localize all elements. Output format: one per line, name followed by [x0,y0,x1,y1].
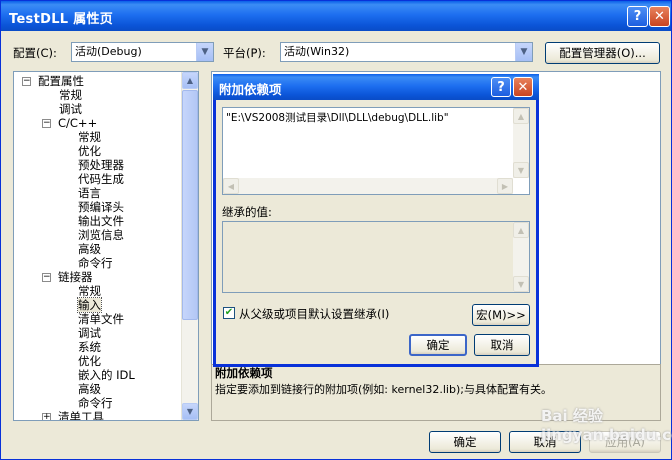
property-tree: − 配置属性 常规 调试 − C/C++ 常规 优化 预处理器 代码生成 语言 预编译头 输出文件 浏览信… [13,71,199,421]
tree-item[interactable]: 系统 [78,340,101,354]
tree-item[interactable]: 配置属性 [38,74,84,88]
config-label: 配置(C): [13,46,57,60]
scroll-up-icon[interactable]: ▲ [182,72,198,89]
tree-item[interactable]: 常规 [78,284,101,298]
scroll-up-icon[interactable]: ▲ [513,108,529,124]
inherit-checkbox[interactable]: ✔ [223,307,235,319]
macro-button[interactable]: 宏(M)>> [472,304,530,326]
dialog-title: 附加依赖项 [219,82,282,97]
tree-item[interactable]: 嵌入的 IDL [78,368,135,382]
tree-item[interactable]: 代码生成 [78,172,124,186]
tree-item[interactable]: 语言 [78,186,101,200]
tree-item[interactable]: 链接器 [58,270,93,284]
chevron-down-icon[interactable]: ▼ [515,43,532,61]
scroll-thumb[interactable] [182,90,198,320]
window-title: TestDLL 属性页 [9,12,114,27]
tree-item[interactable]: 浏览信息 [78,228,124,242]
scroll-up-icon[interactable]: ▲ [513,222,529,238]
additional-dependencies-dialog: 附加依赖项 ? ✕ "E:\VS2008测试目录\Dll\DLL\debug\D… [213,74,539,367]
config-combo[interactable]: 活动(Debug) ▼ [71,42,214,62]
tree-item[interactable]: 调试 [78,326,101,340]
platform-label: 平台(P): [223,46,266,60]
help-button[interactable]: ? [627,6,648,27]
tree-item[interactable]: 清单文件 [78,312,124,326]
tree-toggle-icon[interactable]: + [42,413,51,420]
window-titlebar[interactable]: TestDLL 属性页 ? ✕ [1,1,671,31]
tree-item[interactable]: 预处理器 [78,158,124,172]
tree-item[interactable]: 命令行 [78,396,113,410]
tree-item[interactable]: 高级 [78,382,101,396]
tree-item[interactable]: 优化 [78,144,101,158]
tree-item[interactable]: 常规 [78,130,101,144]
scroll-down-icon[interactable]: ▼ [513,162,529,178]
tree-item[interactable]: 命令行 [78,256,113,270]
scroll-down-icon[interactable]: ▼ [182,403,198,420]
ok-button[interactable]: 确定 [429,431,501,453]
inherited-values-box: ▲ ▼ [222,221,530,293]
platform-combo[interactable]: 活动(Win32) ▼ [280,42,533,62]
dependencies-value: "E:\VS2008测试目录\Dll\DLL\debug\DLL.lib" [226,112,449,124]
description-title: 附加依赖项 [215,366,273,380]
scroll-right-icon[interactable]: ▶ [497,178,513,194]
tree-item[interactable]: 清单工具 [58,410,104,420]
tree-item[interactable]: 预编译头 [78,200,124,214]
tree-item[interactable]: 调试 [59,102,82,116]
scroll-down-icon[interactable]: ▼ [513,276,529,292]
chevron-down-icon[interactable]: ▼ [196,43,213,61]
inherit-checkbox-label[interactable]: 从父级或项目默认设置继承(I) [239,306,389,322]
textarea-vscroll[interactable]: ▲ ▼ [513,108,529,178]
dependencies-textarea[interactable]: "E:\VS2008测试目录\Dll\DLL\debug\DLL.lib" ▲ … [222,107,530,195]
close-button[interactable]: ✕ [649,6,670,27]
tree-item[interactable]: 输出文件 [78,214,124,228]
property-pages-window: TestDLL 属性页 ? ✕ 配置(C): 活动(Debug) ▼ 平台(P)… [0,0,672,460]
dialog-ok-button[interactable]: 确定 [409,334,467,356]
scroll-left-icon[interactable]: ◀ [223,178,239,194]
tree-item[interactable]: 高级 [78,242,101,256]
config-value: 活动(Debug) [75,45,142,58]
inherited-label: 继承的值: [222,205,272,219]
tree-toggle-icon[interactable]: − [42,273,51,282]
description-text: 指定要添加到链接行的附加项(例如: kernel32.lib);与具体配置有关。 [215,383,552,396]
dialog-cancel-button[interactable]: 取消 [474,334,530,356]
inherited-vscroll[interactable]: ▲ ▼ [513,222,529,292]
tree-toggle-icon[interactable]: − [22,77,31,86]
config-manager-button[interactable]: 配置管理器(O)... [545,42,660,64]
tree-item[interactable]: C/C++ [58,116,97,130]
tree-item[interactable]: 输入 [77,297,102,313]
tree-item[interactable]: 常规 [59,88,82,102]
textarea-hscroll[interactable]: ◀ ▶ [223,178,513,194]
baidu-watermark: Bai 经验 jingyan.baidu.com [541,407,672,444]
dialog-titlebar[interactable]: 附加依赖项 ? ✕ [213,74,539,100]
tree-scrollbar[interactable]: ▲ ▼ [181,72,198,420]
tree-toggle-icon[interactable]: − [42,119,51,128]
dialog-help-button[interactable]: ? [491,77,511,97]
dialog-close-button[interactable]: ✕ [513,77,533,97]
tree-item[interactable]: 优化 [78,354,101,368]
platform-value: 活动(Win32) [284,45,350,58]
